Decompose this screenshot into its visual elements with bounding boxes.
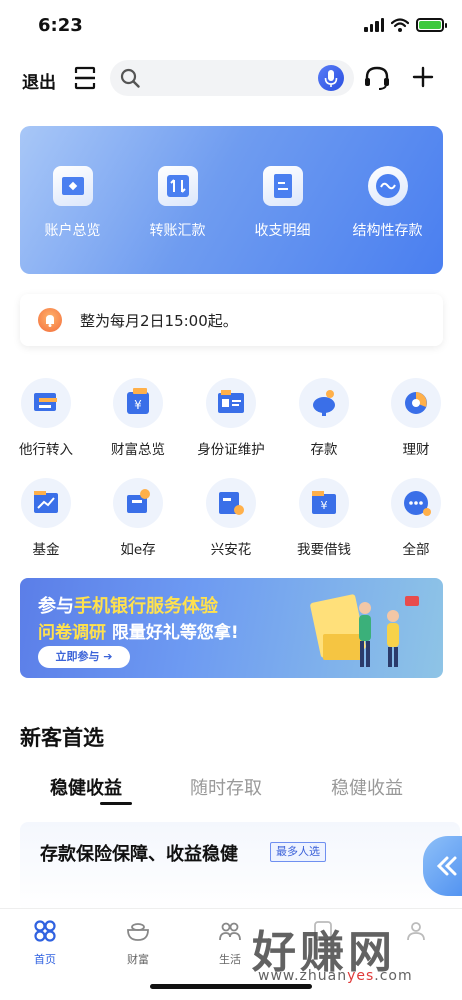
- pie-chart-icon: [391, 378, 441, 428]
- grid-label: 我要借钱: [297, 542, 351, 558]
- nav-label: 首页: [34, 953, 56, 966]
- join-now-button[interactable]: 立即参与 ➔: [38, 646, 130, 668]
- grid-item-e-deposit[interactable]: 如e存: [98, 478, 178, 558]
- grid-label: 全部: [402, 542, 430, 558]
- credit-icon: [206, 478, 256, 528]
- mic-icon[interactable]: [318, 65, 344, 91]
- search-input[interactable]: [146, 60, 316, 96]
- bank-transfer-icon: [21, 378, 71, 428]
- nav-label: 财富: [127, 953, 149, 966]
- promo-title-highlight: 手机银行服务体验: [74, 596, 218, 617]
- notice-text: 整为每月2日15:00起。: [80, 312, 238, 330]
- popular-badge: 最多人选: [270, 842, 326, 862]
- survey-promo-banner[interactable]: 参与手机银行服务体验 问卷调研 限量好礼等您拿! 立即参与 ➔: [20, 578, 443, 678]
- grid-label: 如e存: [120, 542, 156, 558]
- wealth-icon: ¥: [113, 378, 163, 428]
- grid-label: 他行转入: [19, 442, 73, 458]
- piggy-bank-icon: [299, 378, 349, 428]
- search-icon: [120, 68, 140, 88]
- status-icons: [364, 18, 447, 32]
- account-banner: 账户总览 转账汇款 收支明细 结构性存款: [20, 126, 443, 274]
- tab-flexible-access[interactable]: 随时存取: [190, 774, 262, 800]
- status-bar: 6:23: [0, 0, 462, 54]
- grid-label: 财富总览: [111, 442, 165, 458]
- status-time: 6:23: [38, 15, 83, 36]
- nav-home[interactable]: 首页: [15, 919, 75, 967]
- grid-item-xinganhua[interactable]: 兴安花: [191, 478, 271, 558]
- discover-icon: [314, 921, 332, 941]
- grid-label: 存款: [310, 442, 338, 458]
- signal-icon: [364, 18, 384, 32]
- top-header: 退出: [0, 58, 462, 100]
- fund-chart-icon: [21, 478, 71, 528]
- tab-steady-returns-2[interactable]: 稳健收益: [331, 774, 403, 800]
- transfer-button[interactable]: 转账汇款: [125, 166, 230, 240]
- search-bar[interactable]: [110, 60, 354, 96]
- grid-item-id-card[interactable]: 身份证维护: [191, 378, 271, 458]
- grid-item-bank-transfer[interactable]: 他行转入: [6, 378, 86, 458]
- promo-subtitle-rest: 限量好礼等您拿!: [111, 623, 239, 643]
- nav-discover[interactable]: [293, 919, 353, 951]
- grid-item-deposit[interactable]: 存款: [284, 378, 364, 458]
- bell-icon: [38, 308, 62, 332]
- promo-subtitle-highlight: 问卷调研: [38, 623, 106, 643]
- grid-item-loan[interactable]: ¥ 我要借钱: [284, 478, 364, 558]
- account-overview-button[interactable]: 账户总览: [20, 166, 125, 240]
- section-title: 新客首选: [20, 726, 104, 750]
- id-card-icon: [206, 378, 256, 428]
- nav-profile[interactable]: [386, 919, 446, 951]
- nav-wealth[interactable]: 财富: [108, 919, 168, 967]
- wifi-icon: [391, 18, 409, 32]
- promo-subtitle: 问卷调研 限量好礼等您拿!: [38, 618, 239, 643]
- banner-label: 账户总览: [44, 223, 101, 239]
- active-tab-indicator: [100, 802, 132, 805]
- nav-label: 生活: [219, 953, 241, 966]
- grid-item-wealth[interactable]: ¥ 财富总览: [98, 378, 178, 458]
- tab-steady-returns[interactable]: 稳健收益: [50, 774, 122, 800]
- wave-icon: [367, 166, 408, 206]
- banner-label: 转账汇款: [149, 223, 206, 239]
- floating-expand-button[interactable]: [423, 836, 462, 896]
- plus-icon[interactable]: [412, 66, 434, 88]
- document-icon: [262, 166, 303, 206]
- battery-icon: [416, 18, 447, 32]
- scan-icon[interactable]: [74, 66, 96, 90]
- wallet-icon: [52, 166, 93, 206]
- wealth-bowl-icon: [127, 923, 149, 941]
- logout-button[interactable]: 退出: [22, 68, 56, 93]
- grid-item-fund[interactable]: 基金: [6, 478, 86, 558]
- grid-label: 基金: [32, 542, 60, 558]
- home-indicator: [150, 984, 312, 989]
- product-card[interactable]: 存款保险保障、收益稳健 最多人选: [20, 822, 460, 912]
- loan-icon: ¥: [299, 478, 349, 528]
- banner-label: 收支明细: [254, 223, 311, 239]
- home-icon: [34, 920, 56, 942]
- svg-text:¥: ¥: [321, 499, 328, 512]
- grid-label: 身份证维护: [197, 442, 265, 458]
- more-icon: [391, 478, 441, 528]
- grid-label: 理财: [402, 442, 430, 458]
- card-title: 存款保险保障、收益稳健: [40, 844, 238, 865]
- statement-button[interactable]: 收支明细: [230, 166, 335, 240]
- grid-label: 兴安花: [210, 542, 252, 558]
- life-icon: [219, 922, 241, 941]
- promo-title: 参与手机银行服务体验: [38, 592, 218, 618]
- structured-deposit-button[interactable]: 结构性存款: [335, 166, 440, 240]
- banner-label: 结构性存款: [352, 223, 423, 239]
- survey-illustration-icon: [310, 594, 419, 667]
- nav-life[interactable]: 生活: [200, 919, 260, 967]
- grid-item-all[interactable]: 全部: [376, 478, 456, 558]
- svg-text:¥: ¥: [134, 398, 142, 412]
- deposit-icon: [113, 478, 163, 528]
- headset-icon[interactable]: [364, 66, 390, 90]
- promo-title-prefix: 参与: [38, 596, 74, 617]
- transfer-icon: [157, 166, 198, 206]
- profile-icon: [407, 922, 425, 941]
- notice-bar[interactable]: 整为每月2日15:00起。: [20, 294, 443, 346]
- grid-item-finance[interactable]: 理财: [376, 378, 456, 458]
